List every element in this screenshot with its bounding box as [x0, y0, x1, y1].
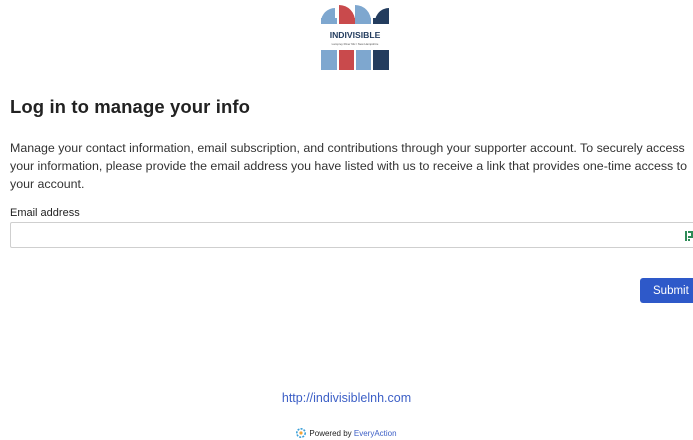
indivisible-logo: INDIVISIBLE Lamprey River NH / New Hamps… — [321, 3, 389, 70]
everyaction-gear-icon — [296, 428, 307, 440]
logo-name: INDIVISIBLE — [330, 30, 381, 40]
powered-by: Powered by EveryAction — [0, 428, 693, 440]
page-description: Manage your contact information, email s… — [10, 141, 688, 191]
site-link[interactable]: http://indivisiblelnh.com — [0, 391, 693, 405]
email-label: Email address — [10, 207, 80, 219]
submit-button[interactable]: Submit — [640, 278, 693, 303]
email-input[interactable] — [10, 222, 693, 248]
logo-tagline: Lamprey River NH / New Hampshire — [332, 42, 379, 46]
password-manager-icon[interactable] — [685, 229, 693, 241]
everyaction-link[interactable]: EveryAction — [354, 429, 397, 438]
page-title: Log in to manage your info — [10, 96, 251, 117]
powered-by-text: Powered by — [309, 429, 354, 439]
